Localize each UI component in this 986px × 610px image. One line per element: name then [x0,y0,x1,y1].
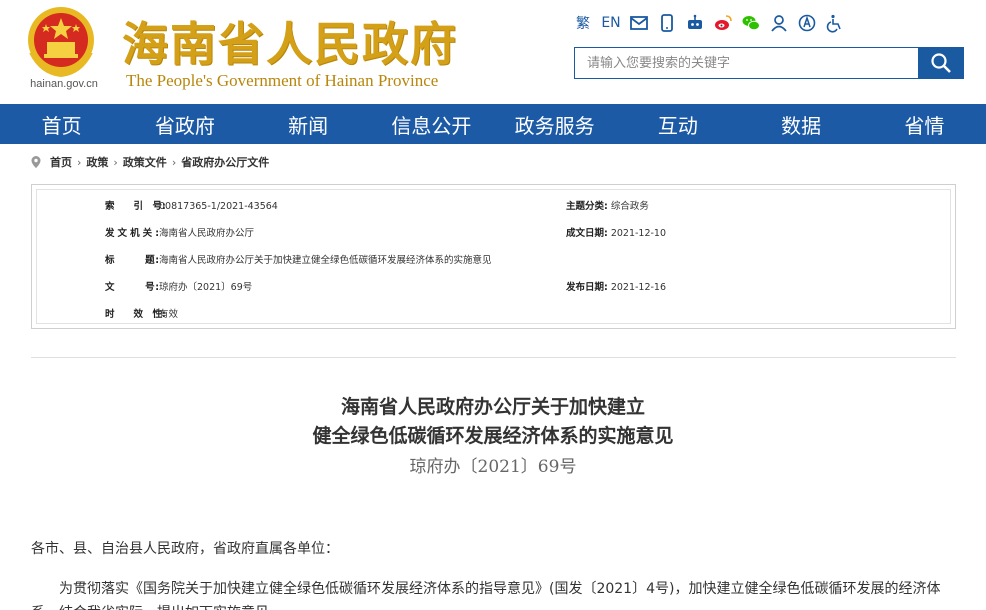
meta-doc-number: 文 号:琼府办〔2021〕69号 [105,282,253,293]
weibo-icon[interactable] [712,10,734,36]
header-toolbar: 繁 EN [572,10,846,36]
nav-home[interactable]: 首页 [0,104,123,144]
search-button[interactable] [918,48,963,78]
nav-data[interactable]: 数据 [740,104,863,144]
national-emblem-logo[interactable] [22,4,100,78]
breadcrumb-policy-documents[interactable]: 政策文件 [123,154,167,170]
nav-province-info[interactable]: 省情 [863,104,986,144]
breadcrumb-policy[interactable]: 政策 [86,154,108,170]
breadcrumb-separator: › [171,155,177,169]
elderly-care-icon[interactable] [796,10,818,36]
content-divider [31,357,956,358]
meta-title: 标 题:海南省人民政府办公厅关于加快建立健全绿色低碳循环发展经济体系的实施意见 [105,255,492,266]
main-nav: 首页 省政府 新闻 信息公开 政务服务 互动 数据 省情 [0,104,986,144]
meta-issuer: 发文机关:海南省人民政府办公厅 [105,228,255,239]
article-paragraph: 为贯彻落实《国务院关于加快建立健全绿色低碳循环发展经济体系的指导意见》(国发〔2… [31,581,941,610]
user-icon[interactable] [768,10,790,36]
article-doc-number: 琼府办〔2021〕69号 [409,457,577,477]
article-salutation: 各市、县、自治县人民政府，省政府直属各单位： [31,541,339,557]
site-title[interactable]: 海南省人民政府 [122,8,458,74]
traditional-chinese-link[interactable]: 繁 [572,10,594,36]
search-bar [574,47,964,79]
meta-index: 索 引 号:00817365-1/2021-43564 [105,201,278,212]
breadcrumb-office-documents[interactable]: 省政府办公厅文件 [181,154,269,170]
meta-written-date: 成文日期: 2021-12-10 [566,228,667,239]
search-icon [930,53,951,73]
accessibility-icon[interactable] [824,10,846,36]
search-input[interactable] [575,48,918,78]
breadcrumb-separator: › [113,155,118,169]
site-domain: hainan.gov.cn [30,78,98,90]
location-pin-icon [31,156,41,168]
nav-interaction[interactable]: 互动 [616,104,739,144]
document-metadata-box: 索 引 号:00817365-1/2021-43564 主题分类: 综合政务 发文… [31,184,956,329]
english-link[interactable]: EN [600,10,622,36]
meta-publish-date: 发布日期: 2021-12-16 [566,282,667,293]
article-title-line-1: 海南省人民政府办公厅关于加快建立 [340,396,645,418]
wechat-icon[interactable] [740,10,762,36]
mobile-icon[interactable] [656,10,678,36]
meta-validity: 时 效 性:有效 [105,309,179,320]
nav-information-disclosure[interactable]: 信息公开 [370,104,493,144]
site-header: hainan.gov.cn 海南省人民政府 The People's Gover… [0,0,986,104]
breadcrumb-home[interactable]: 首页 [50,154,72,170]
robot-icon[interactable] [684,10,706,36]
meta-category: 主题分类: 综合政务 [566,201,649,212]
nav-news[interactable]: 新闻 [247,104,370,144]
nav-provincial-government[interactable]: 省政府 [123,104,246,144]
breadcrumb-separator: › [77,155,82,169]
site-subtitle: The People's Government of Hainan Provin… [126,71,439,90]
article-title-line-2: 健全绿色低碳循环发展经济体系的实施意见 [312,425,674,447]
nav-government-services[interactable]: 政务服务 [493,104,616,144]
breadcrumb: 首页 › 政策 › 政策文件 › 省政府办公厅文件 [30,154,269,170]
mail-icon[interactable] [628,10,650,36]
